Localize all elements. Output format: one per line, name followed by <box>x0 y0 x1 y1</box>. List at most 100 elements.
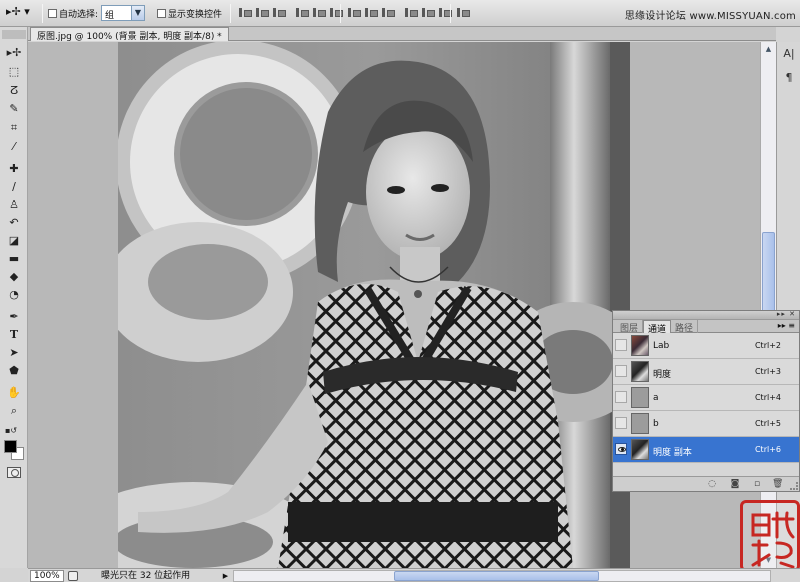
channel-row[interactable]: 明度 副本 Ctrl+6 <box>613 437 799 463</box>
align-bottom-icon[interactable] <box>272 6 286 19</box>
quick-mask-icon[interactable] <box>7 467 21 478</box>
channel-shortcut: Ctrl+2 <box>754 341 781 350</box>
move-icon[interactable]: ▸✢ <box>5 45 23 60</box>
toolbox: ▸✢ ⬚ ⵒ ✎ ⌗ ⁄ ✚ ∕ ♙ ↶ ◪ ▬ ◆ ◔ ✒ T ➤ ⬟ ✋ ⌕… <box>0 27 28 568</box>
align-left-icon[interactable] <box>295 6 309 19</box>
visibility-toggle[interactable] <box>615 339 627 351</box>
checkbox-box[interactable] <box>157 9 166 18</box>
options-bar: ▸✢ ▾ 自动选择: 组 ▼ 显示变换控件 思缘设计论坛 www.MISSYUA… <box>0 0 800 27</box>
hand-icon[interactable]: ✋ <box>5 385 23 400</box>
paragraph-panel-icon[interactable]: ¶ <box>781 70 797 86</box>
tab-layers[interactable]: 图层 <box>616 320 644 334</box>
brush-icon[interactable]: ∕ <box>5 179 23 194</box>
status-bar: 100% 曝光只在 32 位起作用 ▶ <box>28 568 800 582</box>
channel-thumbnail <box>631 387 649 408</box>
distribute-top-icon[interactable] <box>347 6 361 19</box>
scroll-up-icon[interactable]: ▲ <box>762 43 775 56</box>
shape-icon[interactable]: ⬟ <box>5 363 23 378</box>
channel-row[interactable]: Lab Ctrl+2 <box>613 333 799 359</box>
auto-align-icon[interactable] <box>456 6 470 19</box>
crop-icon[interactable]: ⌗ <box>5 120 23 135</box>
healing-brush-icon[interactable]: ✚ <box>5 161 23 176</box>
channel-row[interactable]: a Ctrl+4 <box>613 385 799 411</box>
status-menu-arrow-icon[interactable]: ▶ <box>220 570 231 582</box>
quick-select-icon[interactable]: ✎ <box>5 101 23 116</box>
delete-channel-icon[interactable]: 🗑 <box>772 479 783 489</box>
tab-channels[interactable]: 通道 <box>643 320 672 335</box>
show-transform-checkbox[interactable]: 显示变换控件 <box>157 7 222 20</box>
channel-name: 明度 <box>653 370 672 380</box>
channel-thumbnail <box>631 439 649 460</box>
type-icon[interactable]: T <box>5 327 23 342</box>
character-panel-icon[interactable]: A| <box>781 46 797 62</box>
panel-titlebar[interactable]: ▸▸ ✕ <box>613 310 799 320</box>
toolbox-grip[interactable] <box>2 30 26 39</box>
clone-stamp-icon[interactable]: ♙ <box>5 197 23 212</box>
new-channel-icon[interactable]: ▫ <box>752 479 762 489</box>
dodge-icon[interactable]: ◔ <box>5 287 23 302</box>
visibility-toggle[interactable] <box>615 443 627 455</box>
checkbox-box[interactable] <box>48 9 57 18</box>
auto-select-checkbox[interactable]: 自动选择: <box>48 7 98 20</box>
panel-footer: ◌ ◙ ▫ 🗑 <box>613 476 799 491</box>
visibility-toggle[interactable] <box>615 417 627 429</box>
zoom-icon[interactable]: ⌕ <box>5 403 23 418</box>
horizontal-scrollbar[interactable] <box>233 570 771 582</box>
foreground-color-swatch[interactable] <box>4 440 17 453</box>
document-canvas-photo[interactable] <box>118 42 630 568</box>
tool-preset-picker[interactable]: ▸✢ ▾ <box>6 5 38 22</box>
channel-name: a <box>653 393 659 403</box>
align-vcenter-icon[interactable] <box>255 6 269 19</box>
panel-collapse-close-icon[interactable]: ▸▸ ✕ <box>777 310 796 318</box>
gradient-icon[interactable]: ▬ <box>5 251 23 266</box>
seal-stamp-logo <box>740 500 800 572</box>
load-selection-icon[interactable]: ◌ <box>707 479 717 489</box>
show-transform-label: 显示变换控件 <box>168 10 223 20</box>
save-selection-icon[interactable]: ◙ <box>730 479 740 489</box>
align-buttons <box>238 6 343 21</box>
pen-icon[interactable]: ✒ <box>5 309 23 324</box>
align-hcenter-icon[interactable] <box>312 6 326 19</box>
move-tool-icon: ▸✢ ▾ <box>6 5 30 18</box>
separator <box>340 4 341 23</box>
align-top-icon[interactable] <box>238 6 252 19</box>
channel-name: 明度 副本 <box>653 448 692 458</box>
channel-name: b <box>653 419 659 429</box>
separator <box>450 4 451 23</box>
resize-grip-icon[interactable] <box>790 482 798 490</box>
eraser-icon[interactable]: ◪ <box>5 233 23 248</box>
visibility-toggle[interactable] <box>615 391 627 403</box>
panel-menu-icon[interactable]: ▸▸ ≡ <box>778 320 795 332</box>
distribute-hcenter-icon[interactable] <box>421 6 435 19</box>
status-message: 曝光只在 32 位起作用 <box>101 571 191 581</box>
channel-thumbnail <box>631 335 649 356</box>
distribute-bottom-icon[interactable] <box>381 6 395 19</box>
chevron-down-icon[interactable]: ▼ <box>131 6 144 20</box>
marquee-icon[interactable]: ⬚ <box>5 64 23 79</box>
document-tab[interactable]: 原图.jpg @ 100% (背景 副本, 明度 副本/8) * <box>30 27 229 42</box>
distribute-left-icon[interactable] <box>404 6 418 19</box>
zoom-level-field[interactable]: 100% <box>30 570 64 582</box>
status-info-icon[interactable] <box>68 571 78 581</box>
tab-paths[interactable]: 路径 <box>671 320 699 334</box>
channel-shortcut: Ctrl+5 <box>754 419 781 428</box>
default-colors-icon[interactable]: ▪↺ <box>2 423 20 438</box>
document-tab-bar: 原图.jpg @ 100% (背景 副本, 明度 副本/8) * <box>28 27 776 42</box>
auto-select-value: 组 <box>105 11 115 21</box>
distribute-vcenter-icon[interactable] <box>364 6 378 19</box>
eyedropper-icon[interactable]: ⁄ <box>5 139 23 154</box>
history-brush-icon[interactable]: ↶ <box>5 215 23 230</box>
channel-list: Lab Ctrl+2 明度 Ctrl+3 a Ctrl+4 b Ctrl+5 明度 副本 Ctrl… <box>613 333 799 463</box>
blur-icon[interactable]: ◆ <box>5 269 23 284</box>
channel-shortcut: Ctrl+6 <box>754 445 781 454</box>
path-select-icon[interactable]: ➤ <box>5 345 23 360</box>
horizontal-scroll-thumb[interactable] <box>394 571 599 581</box>
lasso-icon[interactable]: ⵒ <box>5 83 23 98</box>
visibility-toggle[interactable] <box>615 365 627 377</box>
channel-row[interactable]: b Ctrl+5 <box>613 411 799 437</box>
auto-align-button[interactable] <box>456 6 470 21</box>
channel-thumbnail <box>631 413 649 434</box>
channel-name: Lab <box>653 341 670 351</box>
channel-row[interactable]: 明度 Ctrl+3 <box>613 359 799 385</box>
auto-select-dropdown[interactable]: 组 ▼ <box>101 5 145 21</box>
